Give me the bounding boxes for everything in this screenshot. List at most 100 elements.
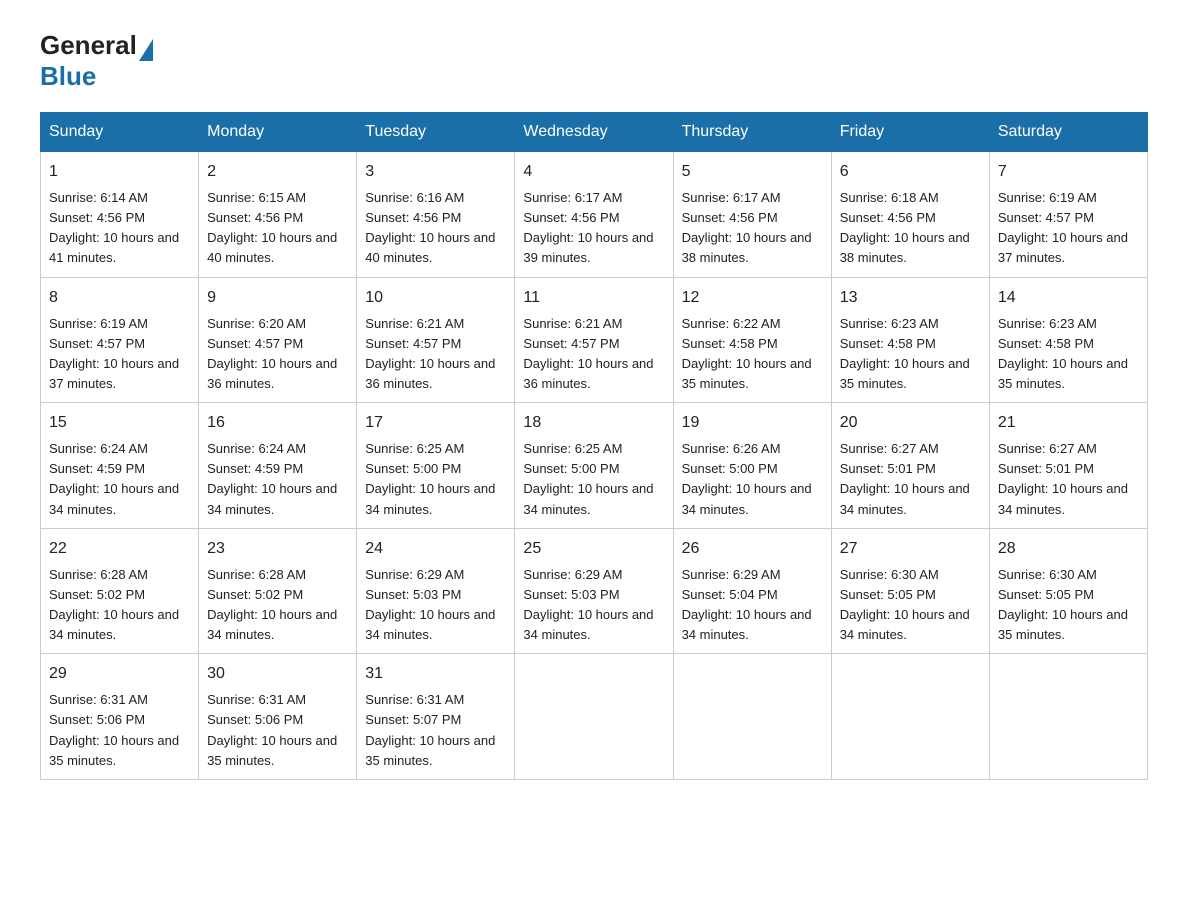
col-header-friday: Friday	[831, 113, 989, 152]
day-info: Sunrise: 6:21 AMSunset: 4:57 PMDaylight:…	[365, 316, 495, 391]
day-number: 4	[523, 160, 664, 184]
day-number: 11	[523, 286, 664, 310]
calendar-cell: 14 Sunrise: 6:23 AMSunset: 4:58 PMDayligh…	[989, 277, 1147, 403]
day-number: 28	[998, 537, 1139, 561]
calendar-cell: 27 Sunrise: 6:30 AMSunset: 5:05 PMDayligh…	[831, 528, 989, 654]
calendar-cell: 15 Sunrise: 6:24 AMSunset: 4:59 PMDayligh…	[41, 403, 199, 529]
calendar-cell: 17Sunrise: 6:25 AMSunset: 5:00 PMDayligh…	[357, 403, 515, 529]
day-number: 30	[207, 662, 348, 686]
day-number: 23	[207, 537, 348, 561]
day-info: Sunrise: 6:17 AMSunset: 4:56 PMDaylight:…	[682, 190, 812, 265]
day-info: Sunrise: 6:31 AMSunset: 5:06 PMDaylight:…	[207, 692, 337, 767]
logo: General Blue	[40, 30, 153, 92]
calendar-cell	[831, 654, 989, 780]
day-info: Sunrise: 6:21 AMSunset: 4:57 PMDaylight:…	[523, 316, 653, 391]
calendar-cell: 3 Sunrise: 6:16 AMSunset: 4:56 PMDaylight…	[357, 152, 515, 278]
day-number: 1	[49, 160, 190, 184]
calendar-cell: 23Sunrise: 6:28 AMSunset: 5:02 PMDayligh…	[199, 528, 357, 654]
calendar-cell: 2 Sunrise: 6:15 AMSunset: 4:56 PMDaylight…	[199, 152, 357, 278]
day-info: Sunrise: 6:25 AMSunset: 5:00 PMDaylight:…	[523, 441, 653, 516]
calendar-week-row: 29Sunrise: 6:31 AMSunset: 5:06 PMDayligh…	[41, 654, 1148, 780]
calendar-cell: 29Sunrise: 6:31 AMSunset: 5:06 PMDayligh…	[41, 654, 199, 780]
day-number: 7	[998, 160, 1139, 184]
day-number: 21	[998, 411, 1139, 435]
day-info: Sunrise: 6:15 AMSunset: 4:56 PMDaylight:…	[207, 190, 337, 265]
day-info: Sunrise: 6:30 AMSunset: 5:05 PMDaylight:…	[998, 567, 1128, 642]
calendar-cell: 21 Sunrise: 6:27 AMSunset: 5:01 PMDayligh…	[989, 403, 1147, 529]
day-number: 27	[840, 537, 981, 561]
calendar-cell: 12 Sunrise: 6:22 AMSunset: 4:58 PMDayligh…	[673, 277, 831, 403]
day-info: Sunrise: 6:17 AMSunset: 4:56 PMDaylight:…	[523, 190, 653, 265]
day-info: Sunrise: 6:29 AMSunset: 5:03 PMDaylight:…	[365, 567, 495, 642]
calendar-cell: 31Sunrise: 6:31 AMSunset: 5:07 PMDayligh…	[357, 654, 515, 780]
calendar-cell: 4 Sunrise: 6:17 AMSunset: 4:56 PMDaylight…	[515, 152, 673, 278]
logo-text-general: General	[40, 30, 137, 61]
calendar-cell: 1 Sunrise: 6:14 AMSunset: 4:56 PMDaylight…	[41, 152, 199, 278]
calendar-cell: 8 Sunrise: 6:19 AMSunset: 4:57 PMDaylight…	[41, 277, 199, 403]
day-info: Sunrise: 6:20 AMSunset: 4:57 PMDaylight:…	[207, 316, 337, 391]
calendar-cell: 6 Sunrise: 6:18 AMSunset: 4:56 PMDaylight…	[831, 152, 989, 278]
day-info: Sunrise: 6:23 AMSunset: 4:58 PMDaylight:…	[998, 316, 1128, 391]
day-number: 20	[840, 411, 981, 435]
calendar-header-row: SundayMondayTuesdayWednesdayThursdayFrid…	[41, 113, 1148, 152]
day-number: 15	[49, 411, 190, 435]
day-number: 6	[840, 160, 981, 184]
calendar-cell: 7 Sunrise: 6:19 AMSunset: 4:57 PMDaylight…	[989, 152, 1147, 278]
day-info: Sunrise: 6:27 AMSunset: 5:01 PMDaylight:…	[840, 441, 970, 516]
day-info: Sunrise: 6:30 AMSunset: 5:05 PMDaylight:…	[840, 567, 970, 642]
calendar-cell: 22 Sunrise: 6:28 AMSunset: 5:02 PMDayligh…	[41, 528, 199, 654]
calendar-cell: 16Sunrise: 6:24 AMSunset: 4:59 PMDayligh…	[199, 403, 357, 529]
day-info: Sunrise: 6:29 AMSunset: 5:04 PMDaylight:…	[682, 567, 812, 642]
calendar-cell: 24Sunrise: 6:29 AMSunset: 5:03 PMDayligh…	[357, 528, 515, 654]
calendar-cell: 30 Sunrise: 6:31 AMSunset: 5:06 PMDayligh…	[199, 654, 357, 780]
day-number: 2	[207, 160, 348, 184]
day-number: 26	[682, 537, 823, 561]
col-header-tuesday: Tuesday	[357, 113, 515, 152]
day-info: Sunrise: 6:22 AMSunset: 4:58 PMDaylight:…	[682, 316, 812, 391]
calendar-cell: 26 Sunrise: 6:29 AMSunset: 5:04 PMDayligh…	[673, 528, 831, 654]
day-info: Sunrise: 6:16 AMSunset: 4:56 PMDaylight:…	[365, 190, 495, 265]
calendar-cell: 13Sunrise: 6:23 AMSunset: 4:58 PMDayligh…	[831, 277, 989, 403]
col-header-thursday: Thursday	[673, 113, 831, 152]
calendar-cell: 18 Sunrise: 6:25 AMSunset: 5:00 PMDayligh…	[515, 403, 673, 529]
day-info: Sunrise: 6:28 AMSunset: 5:02 PMDaylight:…	[49, 567, 179, 642]
day-info: Sunrise: 6:14 AMSunset: 4:56 PMDaylight:…	[49, 190, 179, 265]
calendar-cell: 20 Sunrise: 6:27 AMSunset: 5:01 PMDayligh…	[831, 403, 989, 529]
logo-text-blue: Blue	[40, 61, 96, 92]
col-header-saturday: Saturday	[989, 113, 1147, 152]
calendar-cell: 9 Sunrise: 6:20 AMSunset: 4:57 PMDaylight…	[199, 277, 357, 403]
day-number: 22	[49, 537, 190, 561]
calendar-cell: 28 Sunrise: 6:30 AMSunset: 5:05 PMDayligh…	[989, 528, 1147, 654]
day-number: 25	[523, 537, 664, 561]
day-number: 17	[365, 411, 506, 435]
day-number: 3	[365, 160, 506, 184]
day-number: 5	[682, 160, 823, 184]
day-number: 8	[49, 286, 190, 310]
calendar-cell: 11 Sunrise: 6:21 AMSunset: 4:57 PMDayligh…	[515, 277, 673, 403]
calendar-cell: 25 Sunrise: 6:29 AMSunset: 5:03 PMDayligh…	[515, 528, 673, 654]
day-info: Sunrise: 6:19 AMSunset: 4:57 PMDaylight:…	[998, 190, 1128, 265]
day-number: 19	[682, 411, 823, 435]
day-number: 9	[207, 286, 348, 310]
day-info: Sunrise: 6:18 AMSunset: 4:56 PMDaylight:…	[840, 190, 970, 265]
day-info: Sunrise: 6:26 AMSunset: 5:00 PMDaylight:…	[682, 441, 812, 516]
day-number: 14	[998, 286, 1139, 310]
page-header: General Blue	[40, 30, 1148, 92]
calendar-cell: 19 Sunrise: 6:26 AMSunset: 5:00 PMDayligh…	[673, 403, 831, 529]
calendar-cell	[673, 654, 831, 780]
day-info: Sunrise: 6:24 AMSunset: 4:59 PMDaylight:…	[49, 441, 179, 516]
day-number: 12	[682, 286, 823, 310]
day-number: 16	[207, 411, 348, 435]
day-number: 18	[523, 411, 664, 435]
calendar-table: SundayMondayTuesdayWednesdayThursdayFrid…	[40, 112, 1148, 780]
day-info: Sunrise: 6:19 AMSunset: 4:57 PMDaylight:…	[49, 316, 179, 391]
calendar-cell	[515, 654, 673, 780]
col-header-monday: Monday	[199, 113, 357, 152]
col-header-sunday: Sunday	[41, 113, 199, 152]
day-info: Sunrise: 6:27 AMSunset: 5:01 PMDaylight:…	[998, 441, 1128, 516]
day-info: Sunrise: 6:31 AMSunset: 5:06 PMDaylight:…	[49, 692, 179, 767]
day-number: 10	[365, 286, 506, 310]
col-header-wednesday: Wednesday	[515, 113, 673, 152]
day-info: Sunrise: 6:29 AMSunset: 5:03 PMDaylight:…	[523, 567, 653, 642]
calendar-cell: 10 Sunrise: 6:21 AMSunset: 4:57 PMDayligh…	[357, 277, 515, 403]
